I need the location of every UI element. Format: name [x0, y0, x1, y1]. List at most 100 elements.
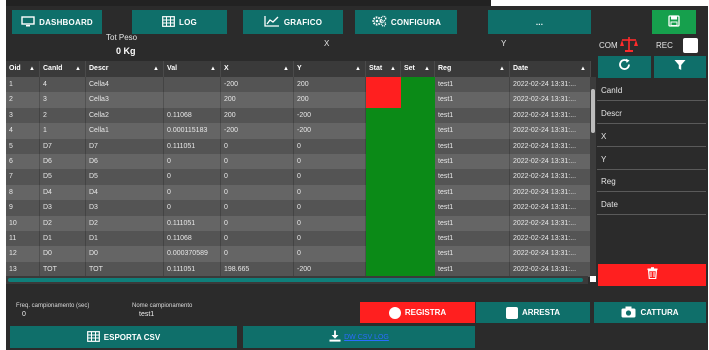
table-horizontal-scrollbar[interactable] [6, 276, 588, 284]
cell-val: 0.111051 [164, 215, 221, 231]
cell-descr: D7 [86, 138, 164, 154]
save-button[interactable] [652, 10, 696, 34]
col-stat-label: Stat [369, 65, 383, 72]
col-val-header[interactable]: Val ▲ [164, 61, 221, 77]
cell-descr: D1 [86, 231, 164, 247]
cell-y: 0 [294, 184, 366, 201]
filter-field-canid[interactable]: CanId [597, 81, 706, 101]
rec-checkbox[interactable] [683, 38, 698, 53]
col-set-header[interactable]: Set ▲ [401, 61, 435, 77]
table-row[interactable]: 1 4 Cella4 -200 200 test1 2022-02-24 13:31:... [6, 77, 591, 93]
table-row[interactable]: 7 D5 D5 0 0 0 test1 2022-02-24 13:31:... [6, 169, 591, 185]
cell-oid: 10 [6, 215, 40, 231]
table-row[interactable]: 13 TOT TOT 0.111051 198.665 -200 test1 2022-02-… [6, 261, 591, 278]
filter-field-y[interactable]: Y [597, 150, 706, 170]
table-row[interactable]: 9 D3 D3 0 0 0 test1 2022-02-24 13:31:... [6, 200, 591, 216]
nav-grafico-button[interactable]: GRAFICO [243, 10, 343, 34]
freq-value[interactable]: 0 [22, 311, 26, 318]
set-status-cell [401, 123, 435, 139]
com-label: COM [599, 41, 618, 50]
filter-button[interactable] [654, 56, 706, 78]
cell-reg: test1 [435, 215, 510, 231]
registra-button[interactable]: REGISTRA [360, 302, 475, 323]
cell-val [164, 77, 221, 93]
scale-icon[interactable] [619, 35, 639, 53]
table-row[interactable]: 6 D6 D6 0 0 0 test1 2022-02-24 13:31:... [6, 154, 591, 170]
nav-more-label: ... [535, 17, 544, 27]
col-descr-header[interactable]: Descr ▲ [86, 61, 164, 77]
col-canid-header[interactable]: CanId ▲ [40, 61, 86, 77]
refresh-button[interactable] [598, 56, 651, 78]
set-status-cell [401, 77, 435, 93]
col-oid-header[interactable]: Oid ▲ [6, 61, 40, 77]
cell-descr: D2 [86, 215, 164, 231]
cell-canid: D2 [40, 215, 86, 231]
sort-up-icon: ▲ [210, 66, 216, 72]
col-date-header[interactable]: Date ▲ [510, 61, 591, 77]
nav-configura-button[interactable]: CONFIGURA [355, 10, 457, 34]
cell-date: 2022-02-24 13:31:... [510, 77, 591, 93]
cell-reg: test1 [435, 169, 510, 185]
filter-field-descr[interactable]: Descr [597, 104, 706, 124]
cell-y: 0 [294, 231, 366, 247]
table-row[interactable]: 2 3 Cella3 200 200 test1 2022-02-24 13:31:... [6, 92, 591, 108]
sort-up-icon: ▲ [355, 66, 361, 72]
set-status-cell [401, 154, 435, 170]
table-row[interactable]: 3 2 Cella2 0.11068 200 -200 test1 2022-02-24 13… [6, 107, 591, 124]
stat-status-cell [366, 184, 401, 201]
cell-date: 2022-02-24 13:31:... [510, 246, 591, 262]
cell-oid: 5 [6, 138, 40, 154]
col-reg-label: Reg [438, 65, 452, 72]
delete-button[interactable] [598, 264, 706, 286]
table-row[interactable]: 5 D7 D7 0.111051 0 0 test1 2022-02-24 13:31:... [6, 138, 591, 154]
stat-status-cell [366, 92, 401, 108]
table-vertical-scrollbar[interactable] [590, 77, 596, 277]
col-stat-header[interactable]: Stat ▲ [366, 61, 401, 77]
nome-value[interactable]: test1 [139, 311, 154, 318]
col-x-header[interactable]: X ▲ [221, 61, 294, 77]
sort-up-icon: ▲ [424, 66, 430, 72]
arresta-button[interactable]: ARRESTA [476, 302, 590, 323]
nav-dashboard-button[interactable]: DASHBOARD [12, 10, 102, 34]
cell-x: 200 [221, 92, 294, 108]
scrollbar-thumb[interactable] [591, 89, 595, 133]
cattura-button[interactable]: CATTURA [594, 302, 706, 323]
table-row[interactable]: 8 D4 D4 0 0 0 test1 2022-02-24 13:31:... [6, 184, 591, 201]
filter-field-reg[interactable]: Reg [597, 172, 706, 192]
cell-y: 0 [294, 154, 366, 170]
cell-oid: 13 [6, 261, 40, 278]
esporta-csv-button[interactable]: ESPORTA CSV [10, 326, 237, 348]
table-row[interactable]: 12 D0 D0 0.000370589 0 0 test1 2022-02-24 13:31… [6, 246, 591, 262]
cell-date: 2022-02-24 13:31:... [510, 184, 591, 201]
table-row[interactable]: 10 D2 D2 0.111051 0 0 test1 2022-02-24 13:31:..… [6, 215, 591, 231]
registra-label: REGISTRA [404, 308, 447, 317]
weight-value: 0 Kg [116, 46, 136, 56]
stat-status-cell [366, 169, 401, 185]
nav-more-button[interactable]: ... [488, 10, 591, 34]
monitor-icon [21, 15, 35, 29]
scrollbar-thumb[interactable] [8, 278, 583, 282]
nav-log-button[interactable]: LOG [132, 10, 227, 34]
stat-status-cell [366, 107, 401, 124]
axis-x-label: X [324, 39, 330, 48]
cell-reg: test1 [435, 92, 510, 108]
cell-x: 0 [221, 231, 294, 247]
filter-field-date[interactable]: Date [597, 195, 706, 215]
app-window: DASHBOARD LOG GRAFICO CONFIGURA ... Tot … [6, 6, 708, 350]
sort-up-icon: ▲ [153, 66, 159, 72]
download-csv-log-button[interactable]: DW CSV LOG [243, 326, 475, 348]
cell-x: 0 [221, 138, 294, 154]
filter-field-x[interactable]: X [597, 127, 706, 147]
col-reg-header[interactable]: Reg ▲ [435, 61, 510, 77]
col-y-label: Y [297, 65, 302, 72]
stat-status-cell [366, 138, 401, 154]
gears-icon [371, 15, 387, 29]
table-row[interactable]: 11 D1 D1 0.11068 0 0 test1 2022-02-24 13:31:... [6, 231, 591, 247]
download-csv-log-link[interactable]: DW CSV LOG [344, 334, 389, 341]
table-row[interactable]: 4 1 Cella1 0.000115183 -200 -200 test1 2022-02-… [6, 123, 591, 139]
download-icon [329, 330, 341, 344]
nav-configura-label: CONFIGURA [390, 17, 442, 27]
set-status-cell [401, 231, 435, 247]
cell-y: 0 [294, 169, 366, 185]
col-y-header[interactable]: Y ▲ [294, 61, 366, 77]
